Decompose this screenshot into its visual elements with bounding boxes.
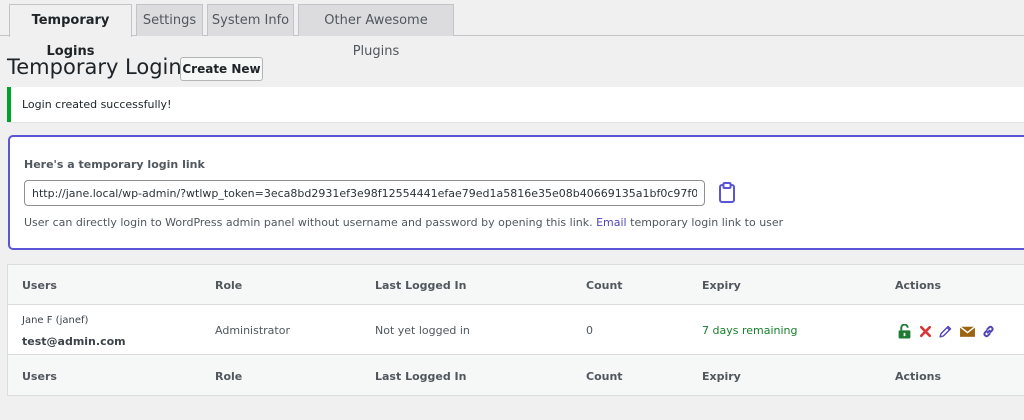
table-row: Jane F (janef) test@admin.com Administra… — [8, 305, 1024, 355]
tab-other-awesome-plugins[interactable]: Other Awesome Plugins — [298, 4, 454, 59]
column-header-last-logged-in: Last Logged In — [375, 279, 467, 292]
tab-system-info[interactable]: System Info — [207, 4, 294, 36]
delete-icon[interactable] — [918, 324, 933, 339]
help-text: User can directly login to WordPress adm… — [24, 216, 593, 229]
temporary-login-url-field[interactable] — [24, 180, 705, 206]
user-name: Jane F (janef) — [22, 315, 89, 326]
email-icon[interactable] — [959, 324, 976, 339]
edit-icon[interactable] — [938, 324, 953, 339]
link-icon[interactable] — [981, 324, 996, 339]
column-footer-expiry: Expiry — [702, 370, 741, 383]
user-email: test@admin.com — [22, 335, 126, 348]
column-header-count: Count — [586, 279, 623, 292]
user-role: Administrator — [215, 324, 290, 337]
unlock-icon[interactable] — [897, 324, 912, 339]
column-footer-count: Count — [586, 370, 623, 383]
tab-temporary-logins[interactable]: Temporary Logins — [9, 4, 132, 59]
column-footer-last-logged-in: Last Logged In — [375, 370, 467, 383]
clipboard-icon[interactable] — [718, 182, 736, 204]
login-count: 0 — [586, 324, 593, 337]
column-footer-role: Role — [215, 370, 243, 383]
create-new-button[interactable]: Create New — [180, 57, 263, 81]
temporary-logins-table: Users Role Last Logged In Count Expiry A… — [7, 264, 1024, 396]
table-footer-row: Users Role Last Logged In Count Expiry A… — [8, 356, 1024, 396]
expiry-status: 7 days remaining — [702, 324, 798, 337]
email-link[interactable]: Email — [596, 216, 627, 229]
tab-bar: Temporary Logins Settings System Info Ot… — [0, 0, 1024, 59]
link-card-help: User can directly login to WordPress adm… — [24, 216, 783, 229]
column-footer-users: Users — [22, 370, 57, 383]
notice-text: Login created successfully! — [22, 98, 172, 111]
last-logged-in: Not yet logged in — [375, 324, 470, 337]
success-notice: Login created successfully! — [7, 87, 1024, 122]
column-header-users: Users — [22, 279, 57, 292]
temporary-link-card: Here's a temporary login link User can d… — [8, 135, 1024, 250]
tab-settings[interactable]: Settings — [136, 4, 203, 36]
column-header-expiry: Expiry — [702, 279, 741, 292]
column-header-actions: Actions — [895, 279, 941, 292]
table-header-row: Users Role Last Logged In Count Expiry A… — [8, 265, 1024, 305]
link-card-heading: Here's a temporary login link — [24, 158, 205, 171]
column-header-role: Role — [215, 279, 243, 292]
page-title: Temporary Logins — [7, 55, 193, 79]
help-text-end: temporary login link to user — [630, 216, 784, 229]
column-footer-actions: Actions — [895, 370, 941, 383]
